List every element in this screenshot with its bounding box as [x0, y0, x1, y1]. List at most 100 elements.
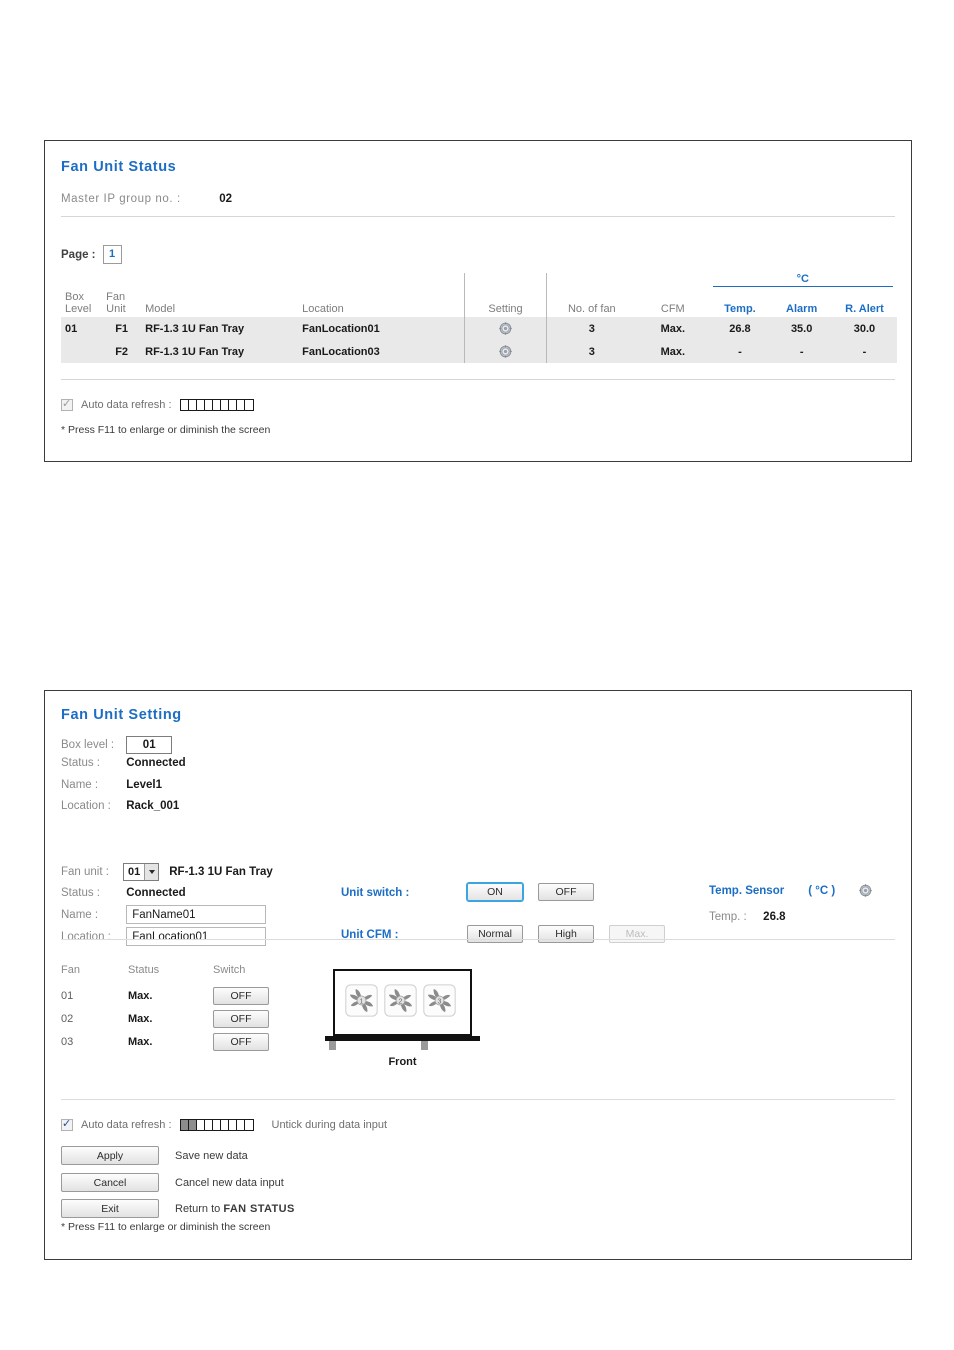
cancel-button[interactable]: Cancel: [61, 1173, 159, 1192]
fan-blade-icon: 2: [384, 983, 417, 1022]
col-box-line1: Box: [65, 291, 84, 303]
divider-middle-2: [61, 1099, 895, 1100]
fan-unit-setting-panel: Fan Unit Setting Box level : 01 Status :…: [44, 690, 912, 1260]
auto-refresh-checkbox[interactable]: [61, 397, 73, 411]
col-r-alert: R. Alert: [845, 303, 884, 315]
col-fanunit-line2: Unit: [106, 303, 126, 315]
col-fan-switch: Switch: [213, 964, 246, 976]
col-fan-status: Status: [128, 964, 160, 976]
screenshot-root: Fan Unit Status Master IP group no. : 02…: [0, 0, 954, 1350]
cell-fan-unit[interactable]: F1: [102, 317, 141, 340]
unit-switch-off-button[interactable]: OFF: [538, 883, 594, 901]
apply-button[interactable]: Apply: [61, 1146, 159, 1165]
fan-tray-enclosure: 1 2 3: [333, 969, 472, 1036]
fan-number: 01: [61, 990, 74, 1002]
unit-location-input[interactable]: FanLocation01: [126, 927, 267, 946]
temp-reading-row: Temp. : 26.8: [709, 907, 786, 925]
footnote-status: * Press F11 to enlarge or diminish the s…: [61, 424, 271, 436]
unit-status-label: Status :: [61, 887, 100, 899]
exit-button[interactable]: Exit: [61, 1199, 159, 1218]
temp-label: Temp. :: [709, 911, 747, 923]
fan-unit-status-panel: Fan Unit Status Master IP group no. : 02…: [44, 140, 912, 462]
cell-cfm: Max.: [660, 322, 686, 335]
fan-switch-button[interactable]: OFF: [213, 1033, 269, 1051]
col-model: Model: [145, 303, 176, 315]
fan-switch-button[interactable]: OFF: [213, 1010, 269, 1028]
fan-tray-diagram: 1 2 3 Front: [325, 969, 480, 1068]
cell-alarm: 35.0: [790, 322, 813, 335]
unit-cfm-high-button[interactable]: High: [538, 925, 594, 943]
auto-refresh-label: Auto data refresh :: [81, 1119, 172, 1131]
divider-middle-1: [61, 939, 895, 940]
table-row[interactable]: 01 F1 RF-1.3 1U Fan Tray FanLocation01 3…: [61, 317, 897, 340]
cell-location: FanLocation03: [302, 345, 380, 358]
cell-no-of-fan: 3: [545, 317, 638, 340]
table-row[interactable]: F2 RF-1.3 1U Fan Tray FanLocation03 3 Ma…: [61, 340, 897, 363]
col-temp: Temp.: [724, 303, 756, 315]
box-location-label: Location :: [61, 800, 111, 812]
fan-status-header-row: Box Level Fan Unit Model Location Settin…: [61, 289, 897, 317]
fan-status: Max.: [128, 1036, 153, 1048]
unit-cfm-normal-button[interactable]: Normal: [467, 925, 523, 943]
exit-description: Return to FAN STATUS: [175, 1203, 295, 1215]
page-title-fan-unit-setting: Fan Unit Setting: [61, 707, 182, 723]
master-ip-group-value: 02: [219, 193, 233, 205]
cell-setting[interactable]: [464, 317, 547, 340]
auto-refresh-checkbox[interactable]: [61, 1117, 73, 1131]
cell-fan-unit[interactable]: F2: [102, 340, 141, 363]
gear-icon[interactable]: [499, 322, 512, 335]
cell-r-alert: -: [862, 345, 867, 358]
fan-status-table-head: °C Box Level Fan Unit Model Location Set…: [61, 273, 897, 317]
gear-icon[interactable]: [859, 884, 872, 897]
box-level-label: Box level :: [61, 739, 115, 751]
box-status-label: Status :: [61, 757, 100, 769]
box-name-value: Level1: [126, 779, 163, 791]
master-ip-group-label: Master IP group no. :: [61, 193, 181, 205]
divider-top: [61, 216, 895, 217]
fan-unit-selected-value: 01: [128, 866, 141, 878]
box-location-row: Location : Rack_001: [61, 800, 179, 812]
fan-switch-button[interactable]: OFF: [213, 987, 269, 1005]
cell-model: RF-1.3 1U Fan Tray: [145, 345, 245, 358]
auto-refresh-row-status: Auto data refresh :: [61, 397, 254, 411]
cell-setting[interactable]: [464, 340, 547, 363]
exit-description-target: FAN STATUS: [223, 1202, 295, 1215]
unit-cfm-buttons: Normal High Max.: [467, 925, 665, 943]
list-item: 01 Max. OFF: [61, 987, 283, 1005]
unit-switch-on-button[interactable]: ON: [467, 883, 523, 901]
unit-name-input[interactable]: FanName01: [126, 905, 267, 924]
tray-leg-right: [421, 1041, 428, 1050]
fan-unit-select[interactable]: 01: [123, 863, 160, 881]
unit-status-row: Status : Connected: [61, 887, 186, 899]
col-setting: Setting: [464, 289, 547, 317]
col-cfm: CFM: [660, 303, 685, 315]
divider-bottom: [61, 379, 895, 380]
unit-name-row: Name : FanName01: [61, 905, 267, 924]
tray-legs: [325, 1041, 480, 1050]
col-alarm: Alarm: [786, 303, 818, 315]
celsius-unit-header: °C: [712, 273, 893, 287]
cancel-description: Cancel new data input: [175, 1176, 284, 1189]
fan-index-3: 3: [438, 998, 442, 1005]
cell-model: RF-1.3 1U Fan Tray: [145, 322, 245, 335]
refresh-progress-bar: [179, 1119, 254, 1131]
cancel-row: Cancel Cancel new data input: [61, 1173, 284, 1192]
cell-alarm: -: [799, 345, 804, 358]
exit-description-prefix: Return to: [175, 1202, 224, 1215]
fan-blade-icon: 1: [345, 983, 378, 1022]
fan-status: Max.: [128, 990, 153, 1002]
box-status-value: Connected: [126, 757, 186, 769]
box-status-row: Status : Connected: [61, 757, 186, 769]
apply-row: Apply Save new data: [61, 1146, 248, 1165]
page-input[interactable]: 1: [102, 245, 122, 264]
fan-status: Max.: [128, 1013, 153, 1025]
list-item: 03 Max. OFF: [61, 1033, 283, 1051]
box-name-label: Name :: [61, 779, 99, 791]
chevron-down-icon[interactable]: [144, 864, 159, 880]
cell-location: FanLocation01: [302, 322, 380, 335]
unit-switch-label: Unit switch :: [341, 887, 410, 899]
gear-icon[interactable]: [499, 345, 512, 358]
box-level-input[interactable]: 01: [126, 736, 173, 754]
cell-box-level: [61, 340, 102, 363]
box-location-value: Rack_001: [126, 800, 180, 812]
